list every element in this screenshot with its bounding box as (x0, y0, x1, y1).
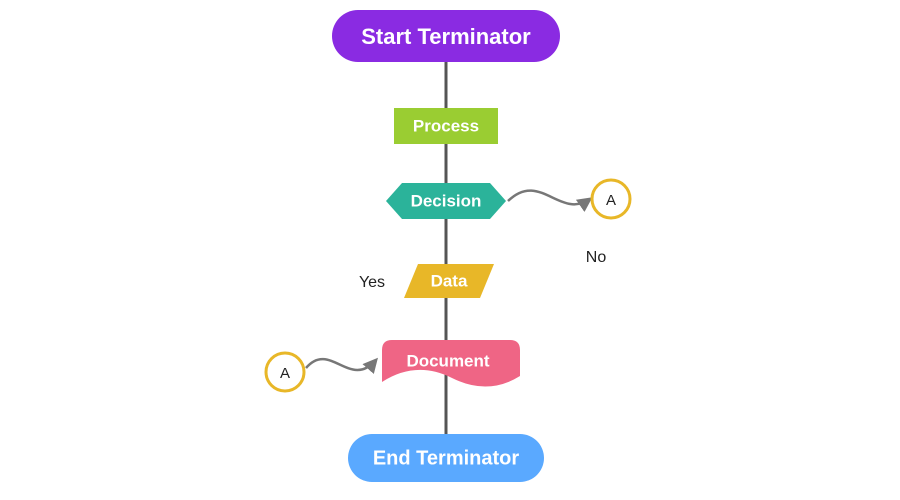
flowchart-canvas: Start Terminator Process Decision A No Y… (0, 0, 900, 500)
decision-node: Decision (386, 183, 506, 219)
connector-a-left-label: A (280, 365, 290, 382)
end-terminator-node: End Terminator (348, 434, 544, 482)
edge-label-no: No (586, 249, 607, 266)
data-node: Data (404, 264, 494, 298)
start-terminator-label: Start Terminator (361, 24, 531, 49)
process-label: Process (413, 116, 479, 135)
document-label: Document (406, 351, 489, 370)
decision-label: Decision (411, 191, 482, 210)
end-terminator-label: End Terminator (373, 447, 520, 469)
connector-a-left: A (266, 353, 304, 391)
document-node: Document (382, 340, 520, 387)
data-label: Data (431, 271, 468, 290)
edge-label-yes: Yes (359, 274, 385, 291)
edge-decision-to-connA (508, 191, 590, 205)
connector-a-right: A (592, 180, 630, 218)
connector-a-right-label: A (606, 192, 616, 209)
edge-connA-to-document (306, 359, 376, 370)
start-terminator-node: Start Terminator (332, 10, 560, 62)
process-node: Process (394, 108, 498, 144)
